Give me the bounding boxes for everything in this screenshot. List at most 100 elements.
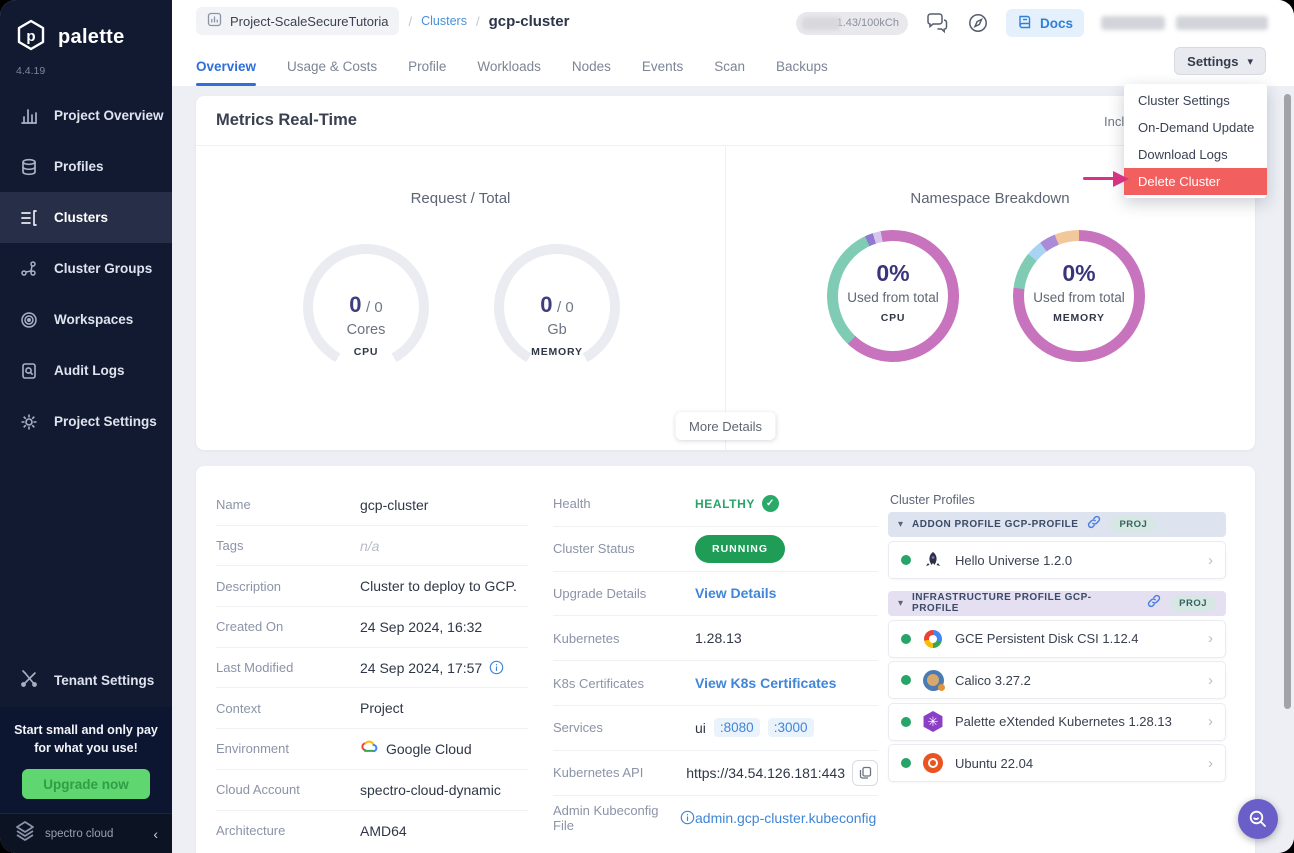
info-icon[interactable]	[680, 810, 695, 825]
tools-icon	[19, 669, 39, 692]
view-certificates-link[interactable]: View K8s Certificates	[695, 675, 836, 691]
profile-pack-hello-universe[interactable]: Hello Universe 1.2.0 ›	[888, 541, 1226, 579]
metrics-include-option-truncated: Incl	[1104, 114, 1124, 129]
sidebar-item-cluster-groups[interactable]: Cluster Groups	[0, 243, 172, 294]
sidebar-item-label: Clusters	[54, 210, 108, 225]
menu-item-delete-cluster[interactable]: Delete Cluster	[1124, 168, 1267, 195]
pack-name: Hello Universe 1.2.0	[955, 553, 1197, 568]
upsell-text: Start small and only pay for what you us…	[10, 721, 162, 757]
status-column: Health HEALTHY✓ Cluster Status RUNNING U…	[553, 482, 878, 840]
sidebar-collapse-icon[interactable]: ‹	[153, 826, 158, 842]
settings-label: Settings	[1187, 54, 1238, 69]
menu-item-cluster-settings[interactable]: Cluster Settings	[1124, 87, 1267, 114]
sidebar-item-workspaces[interactable]: Workspaces	[0, 294, 172, 345]
cpu-donut-label: CPU	[827, 312, 959, 324]
app-window: p palette 4.4.19 Project Overview Profil…	[0, 0, 1294, 853]
topbar: Project-ScaleSecureTutoria / Clusters / …	[172, 0, 1294, 86]
running-status-badge: RUNNING	[695, 535, 785, 563]
target-icon	[19, 310, 39, 330]
sidebar-item-project-settings[interactable]: Project Settings	[0, 396, 172, 447]
tab-workloads[interactable]: Workloads	[477, 46, 541, 86]
profile-pack-calico[interactable]: Calico 3.27.2 ›	[888, 661, 1226, 699]
sidebar-item-tenant-settings[interactable]: Tenant Settings	[0, 655, 172, 707]
docs-button[interactable]: Docs	[1006, 9, 1084, 37]
profile-pack-gce-disk[interactable]: GCE Persistent Disk CSI 1.12.4 ›	[888, 620, 1226, 658]
breadcrumb-clusters-link[interactable]: Clusters	[421, 14, 467, 28]
created-on-value: 24 Sep 2024, 16:32	[360, 619, 482, 635]
service-name: ui	[695, 720, 706, 736]
request-total-title: Request / Total	[196, 190, 725, 207]
service-port-link[interactable]: :8080	[714, 718, 760, 737]
status-dot	[901, 717, 911, 727]
tab-backups[interactable]: Backups	[776, 46, 828, 86]
sidebar-item-profiles[interactable]: Profiles	[0, 141, 172, 192]
tab-events[interactable]: Events	[642, 46, 683, 86]
chat-icon[interactable]	[925, 12, 950, 34]
check-icon: ✓	[762, 495, 779, 512]
profile-pack-ubuntu[interactable]: Ubuntu 22.04 ›	[888, 744, 1226, 782]
menu-item-download-logs[interactable]: Download Logs	[1124, 141, 1267, 168]
brand-logo-row: p palette	[0, 0, 172, 57]
topbar-actions: 1.43/100kCh Docs	[796, 8, 1268, 38]
upgrade-now-button[interactable]: Upgrade now	[22, 769, 150, 799]
tab-overview[interactable]: Overview	[196, 46, 256, 86]
memory-request-gauge: 0 / 0 Gb MEMORY	[494, 244, 620, 370]
cpu-total-value: / 0	[366, 299, 383, 316]
chevron-right-icon: ›	[1208, 630, 1213, 647]
screenshot-stage: p palette 4.4.19 Project Overview Profil…	[0, 0, 1294, 853]
chevron-right-icon: ›	[1208, 713, 1213, 730]
tags-value: n/a	[360, 538, 379, 554]
palette-logo-icon: p	[14, 18, 48, 57]
help-widget-button[interactable]	[1238, 799, 1278, 839]
app-version: 4.4.19	[0, 57, 172, 77]
status-row: Admin Kubeconfig File admin.gcp-cluster.…	[553, 796, 878, 841]
status-dot	[901, 555, 911, 565]
cluster-name-value: gcp-cluster	[360, 497, 428, 513]
detail-row: Namegcp-cluster	[216, 485, 528, 526]
status-dot	[901, 675, 911, 685]
services-value: ui :8080 :3000	[695, 718, 814, 737]
info-icon[interactable]	[489, 660, 504, 675]
copy-button[interactable]	[852, 760, 878, 786]
health-status: HEALTHY✓	[695, 495, 779, 512]
view-details-link[interactable]: View Details	[695, 585, 776, 601]
profile-pack-pxk[interactable]: ✳ Palette eXtended Kubernetes 1.28.13 ›	[888, 703, 1226, 741]
menu-item-on-demand-update[interactable]: On-Demand Update	[1124, 114, 1267, 141]
tab-usage-costs[interactable]: Usage & Costs	[287, 46, 377, 86]
cluster-details-card: Namegcp-cluster Tagsn/a DescriptionClust…	[196, 466, 1255, 853]
sidebar-item-label: Tenant Settings	[54, 673, 154, 688]
infrastructure-profile-group-header[interactable]: ▾ INFRASTRUCTURE PROFILE GCP-PROFILE PRO…	[888, 591, 1226, 616]
sidebar-item-audit-logs[interactable]: Audit Logs	[0, 345, 172, 396]
memory-donut-label: MEMORY	[1013, 312, 1145, 324]
detail-row: DescriptionCluster to deploy to GCP.	[216, 566, 528, 607]
chevron-down-icon: ▾	[1247, 55, 1253, 68]
sidebar-item-clusters[interactable]: Clusters	[0, 192, 172, 243]
compass-icon[interactable]	[967, 12, 989, 34]
sidebar-item-project-overview[interactable]: Project Overview	[0, 90, 172, 141]
detail-row: ContextProject	[216, 688, 528, 729]
link-icon[interactable]	[1147, 594, 1161, 613]
vertical-scrollbar[interactable]	[1284, 94, 1291, 709]
hello-universe-icon	[922, 549, 944, 571]
pack-name: Palette eXtended Kubernetes 1.28.13	[955, 714, 1197, 729]
kubernetes-version: 1.28.13	[695, 630, 742, 646]
tab-scan[interactable]: Scan	[714, 46, 745, 86]
last-modified-value: 24 Sep 2024, 17:57	[360, 660, 482, 676]
cpu-used-percent: 0%	[827, 260, 959, 287]
architecture-value: AMD64	[360, 823, 407, 839]
kubeconfig-download-link[interactable]: admin.gcp-cluster.kubeconfig	[695, 810, 876, 826]
settings-button[interactable]: Settings ▾	[1174, 47, 1266, 75]
service-port-link[interactable]: :3000	[768, 718, 814, 737]
sidebar-item-label: Project Settings	[54, 414, 157, 429]
spectro-cloud-logo-icon	[14, 820, 36, 847]
cpu-unit: Cores	[303, 322, 429, 338]
project-selector[interactable]: Project-ScaleSecureTutoria	[196, 7, 399, 35]
more-details-button[interactable]: More Details	[675, 412, 776, 440]
chart-icon	[19, 106, 39, 126]
addon-profile-group-header[interactable]: ▾ ADDON PROFILE GCP-PROFILE PROJ	[888, 512, 1226, 537]
tab-profile[interactable]: Profile	[408, 46, 446, 86]
book-icon	[1017, 14, 1033, 33]
link-icon[interactable]	[1087, 515, 1101, 534]
tab-nodes[interactable]: Nodes	[572, 46, 611, 86]
document-search-icon	[19, 361, 39, 381]
